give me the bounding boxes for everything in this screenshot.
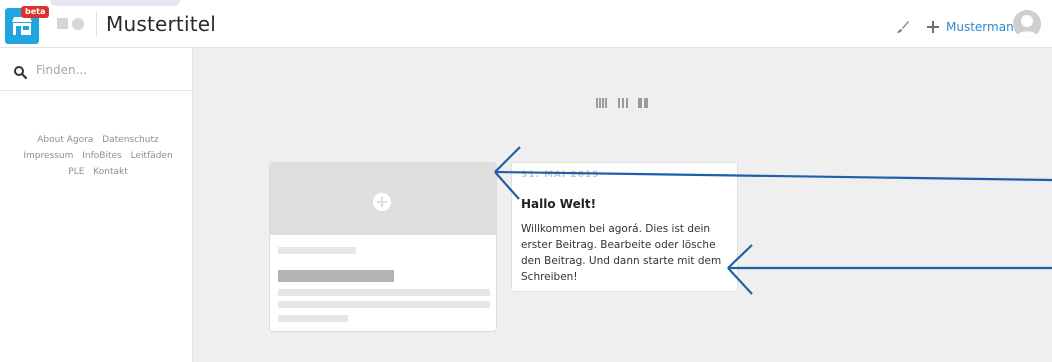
four-column-icon[interactable] — [596, 98, 608, 108]
footer-link-about[interactable]: About Agora — [37, 135, 93, 145]
footer-link-guides[interactable]: Leitfäden — [131, 151, 173, 161]
beta-badge: beta — [21, 6, 50, 18]
post-date: 31. MAI 2019 — [521, 170, 600, 180]
brush-icon[interactable] — [896, 19, 910, 33]
placeholder-line — [278, 301, 490, 308]
username-link[interactable]: Mustermann — [946, 20, 1021, 34]
sidebar: About Agora Datenschutz Impressum InfoBi… — [0, 48, 193, 362]
footer-link-imprint[interactable]: Impressum — [23, 151, 73, 161]
two-column-icon[interactable] — [638, 98, 648, 108]
placeholder-line — [278, 247, 356, 254]
placeholder-line — [278, 315, 348, 322]
placeholder-title-line — [278, 270, 394, 282]
top-bar: beta Mustertitel Mustermann — [0, 0, 1052, 48]
tab-hint — [50, 0, 180, 6]
divider — [96, 12, 97, 36]
main-content: 31. MAI 2019 Hallo Welt! Willkommen bei … — [193, 48, 1052, 362]
page-title: Mustertitel — [106, 12, 217, 36]
app-root: beta Mustertitel Mustermann Finden... Ab… — [0, 0, 1052, 362]
footer-link-infobites[interactable]: InfoBites — [82, 151, 121, 161]
search-bar — [0, 48, 192, 91]
footer-link-privacy[interactable]: Datenschutz — [102, 135, 159, 145]
search-icon[interactable] — [14, 64, 28, 80]
view-toggle-square-icon[interactable] — [57, 18, 68, 29]
placeholder-line — [278, 289, 490, 296]
footer-link-contact[interactable]: Kontakt — [93, 167, 127, 177]
plus-icon[interactable] — [926, 19, 940, 33]
view-toggle-circle-icon[interactable] — [72, 18, 84, 30]
avatar-icon[interactable] — [1013, 10, 1041, 38]
footer-links: About Agora Datenschutz Impressum InfoBi… — [10, 132, 186, 180]
add-icon[interactable] — [373, 193, 391, 211]
add-post-card[interactable] — [269, 162, 497, 332]
three-column-icon[interactable] — [618, 98, 628, 108]
footer-link-ple[interactable]: PLE — [68, 167, 84, 177]
post-excerpt: Willkommen bei agorá. Dies ist dein erst… — [521, 223, 722, 283]
post-card[interactable]: 31. MAI 2019 Hallo Welt! Willkommen bei … — [511, 162, 738, 292]
search-input[interactable] — [36, 60, 186, 80]
post-title[interactable]: Hallo Welt! — [521, 197, 596, 211]
